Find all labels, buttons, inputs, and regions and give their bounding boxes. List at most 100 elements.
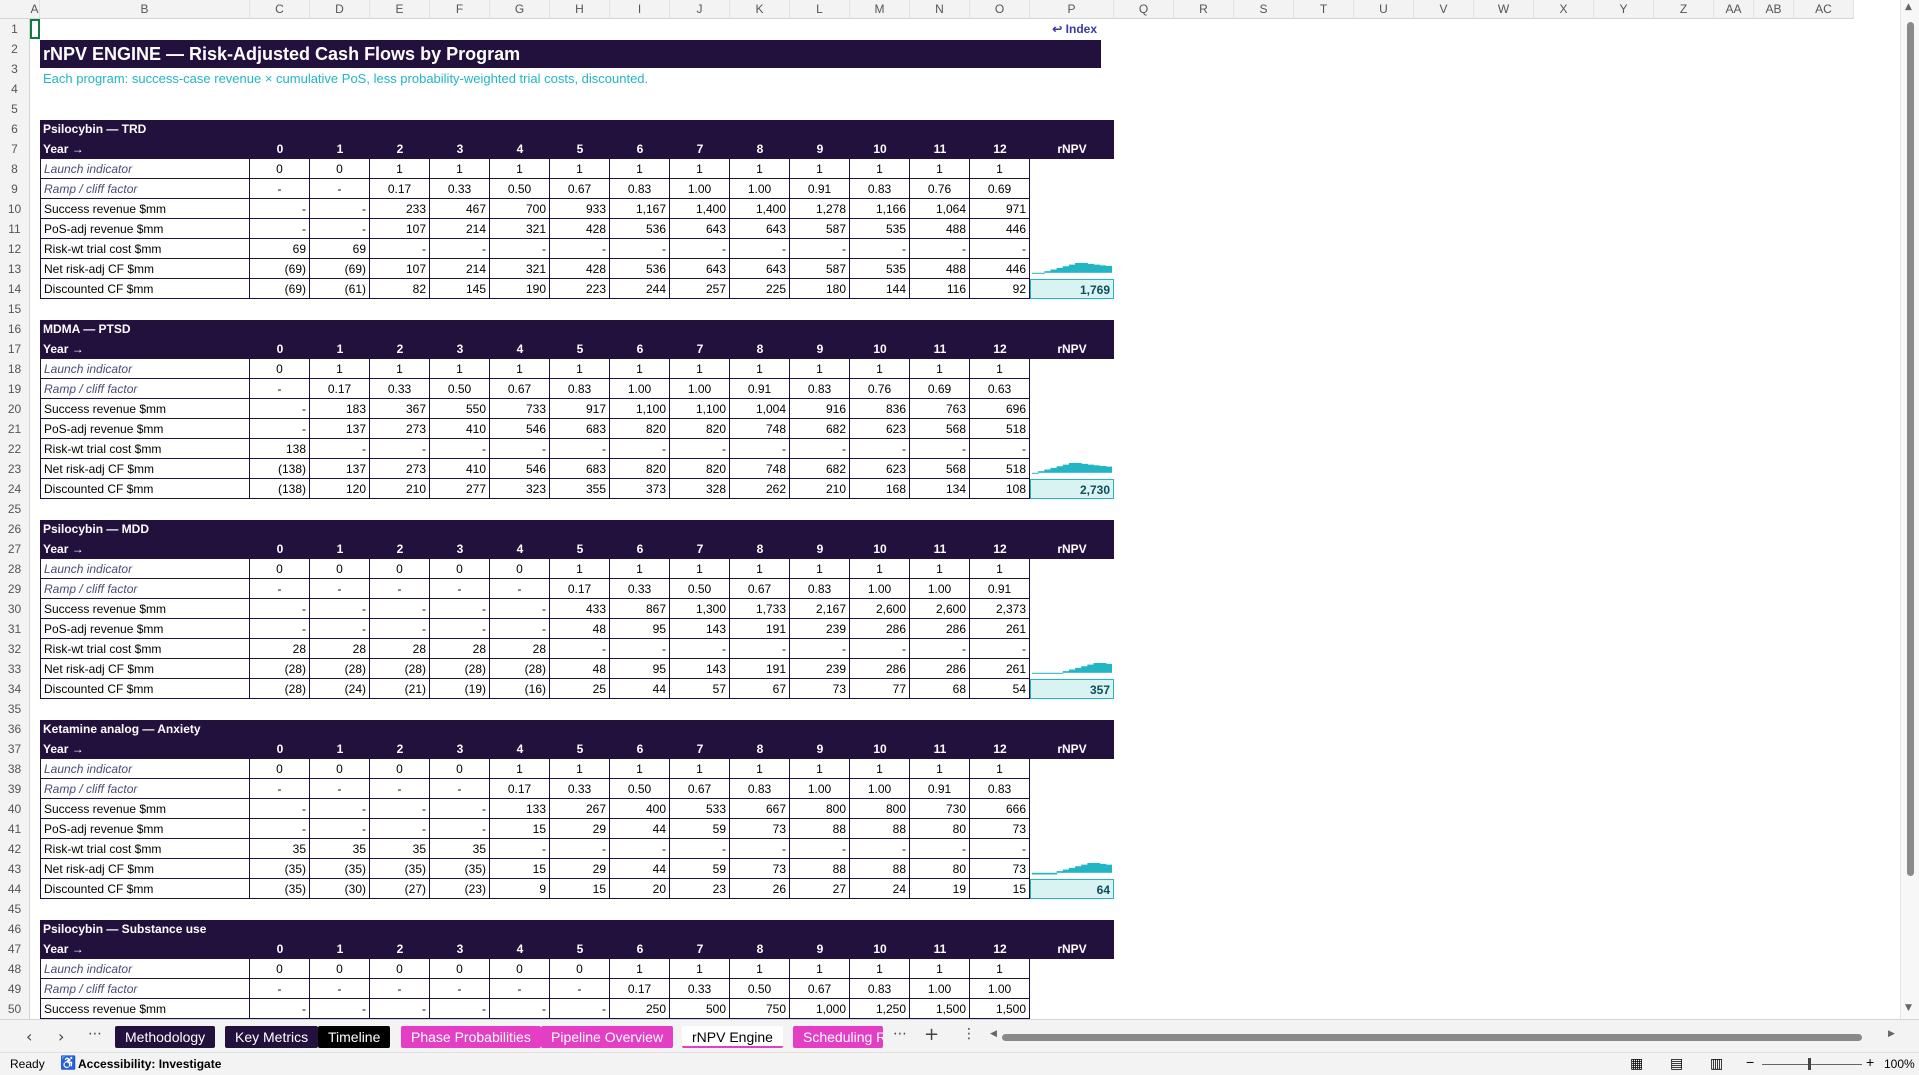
data-cell[interactable]: 0 xyxy=(370,559,430,579)
data-cell[interactable]: 210 xyxy=(370,479,430,499)
data-cell[interactable]: - xyxy=(970,639,1030,659)
data-cell[interactable]: - xyxy=(610,239,670,259)
data-cell[interactable]: (35) xyxy=(250,879,310,899)
data-cell[interactable]: 82 xyxy=(370,279,430,299)
page-layout-icon[interactable]: ▤ xyxy=(1670,1055,1683,1072)
row-header[interactable]: 21 xyxy=(0,419,30,439)
data-cell[interactable]: 623 xyxy=(850,419,910,439)
row-header[interactable]: 13 xyxy=(0,259,30,279)
data-cell[interactable]: 69 xyxy=(250,239,310,259)
row-header[interactable]: 45 xyxy=(0,899,30,919)
data-cell[interactable]: 73 xyxy=(730,859,790,879)
data-cell[interactable]: 1 xyxy=(430,159,490,179)
data-cell[interactable]: 0.33 xyxy=(370,379,430,399)
data-cell[interactable]: 190 xyxy=(490,279,550,299)
data-cell[interactable]: 518 xyxy=(970,459,1030,479)
data-cell[interactable]: 28 xyxy=(250,639,310,659)
data-cell[interactable]: 116 xyxy=(910,279,970,299)
row-label[interactable]: PoS-adj revenue $mm xyxy=(40,619,250,639)
data-cell[interactable]: 1 xyxy=(730,359,790,379)
row-label[interactable]: Net risk-adj CF $mm xyxy=(40,859,250,879)
data-cell[interactable]: 233 xyxy=(370,199,430,219)
data-cell[interactable]: 1 xyxy=(970,359,1030,379)
data-cell[interactable]: 400 xyxy=(610,799,670,819)
data-cell[interactable]: 0.17 xyxy=(310,379,370,399)
row-header[interactable]: 10 xyxy=(0,199,30,219)
data-cell[interactable]: - xyxy=(310,219,370,239)
rnpv-value[interactable]: 2,730 xyxy=(1030,479,1114,499)
sheet-tab[interactable]: Key Metrics xyxy=(225,1026,319,1048)
data-cell[interactable]: - xyxy=(370,799,430,819)
data-cell[interactable]: 0.83 xyxy=(850,179,910,199)
spreadsheet-grid[interactable]: A B C D E F G H I J K L M N O P Q R S T U V W X Y Z AA AB AC 1234567… xyxy=(0,0,1900,1019)
row-header[interactable]: 47 xyxy=(0,939,30,959)
row-label[interactable]: Success revenue $mm xyxy=(40,199,250,219)
data-cell[interactable]: 2,600 xyxy=(910,599,970,619)
data-cell[interactable]: - xyxy=(370,599,430,619)
row-label[interactable]: Discounted CF $mm xyxy=(40,879,250,899)
row-header[interactable]: 34 xyxy=(0,679,30,699)
sheet-tab[interactable]: Timeline xyxy=(318,1026,391,1048)
column-header[interactable]: AA xyxy=(1714,0,1754,19)
data-cell[interactable]: 0.50 xyxy=(670,579,730,599)
row-label[interactable]: Ramp / cliff factor xyxy=(40,979,250,999)
column-header[interactable]: AB xyxy=(1754,0,1794,19)
row-header[interactable]: 25 xyxy=(0,499,30,519)
row-label[interactable]: Success revenue $mm xyxy=(40,599,250,619)
data-cell[interactable]: 1 xyxy=(490,159,550,179)
data-cell[interactable]: 1 xyxy=(910,759,970,779)
data-cell[interactable]: - xyxy=(490,599,550,619)
data-cell[interactable]: 1 xyxy=(670,359,730,379)
data-cell[interactable]: 88 xyxy=(850,819,910,839)
data-cell[interactable]: 536 xyxy=(610,259,670,279)
sheet-tab[interactable]: Phase Probabilities xyxy=(401,1026,541,1048)
data-cell[interactable]: 1 xyxy=(730,959,790,979)
data-cell[interactable]: (61) xyxy=(310,279,370,299)
data-cell[interactable]: 137 xyxy=(310,419,370,439)
row-header[interactable]: 8 xyxy=(0,159,30,179)
data-cell[interactable]: 1 xyxy=(430,359,490,379)
scroll-up-icon[interactable]: ▲ xyxy=(1905,2,1912,12)
data-cell[interactable]: 286 xyxy=(910,619,970,639)
data-cell[interactable]: 433 xyxy=(550,599,610,619)
data-cell[interactable]: 0.83 xyxy=(610,179,670,199)
data-cell[interactable]: 0.50 xyxy=(610,779,670,799)
data-cell[interactable]: 0.33 xyxy=(610,579,670,599)
row-header[interactable]: 41 xyxy=(0,819,30,839)
data-cell[interactable]: 1 xyxy=(670,759,730,779)
data-cell[interactable]: - xyxy=(250,999,310,1019)
data-cell[interactable]: - xyxy=(490,999,550,1019)
data-cell[interactable]: 1 xyxy=(490,359,550,379)
data-cell[interactable]: 0 xyxy=(430,559,490,579)
data-cell[interactable]: 1 xyxy=(850,759,910,779)
data-cell[interactable]: 29 xyxy=(550,819,610,839)
data-cell[interactable]: - xyxy=(250,799,310,819)
data-cell[interactable]: 0.33 xyxy=(670,979,730,999)
data-cell[interactable]: 73 xyxy=(970,859,1030,879)
data-cell[interactable]: - xyxy=(490,439,550,459)
data-cell[interactable]: (28) xyxy=(490,659,550,679)
selected-cell-a1[interactable] xyxy=(30,19,40,39)
data-cell[interactable]: 210 xyxy=(790,479,850,499)
data-cell[interactable]: 1 xyxy=(550,559,610,579)
data-cell[interactable]: 321 xyxy=(490,259,550,279)
row-label[interactable]: Ramp / cliff factor xyxy=(40,779,250,799)
data-cell[interactable]: 27 xyxy=(790,879,850,899)
data-cell[interactable]: - xyxy=(370,439,430,459)
data-cell[interactable]: - xyxy=(850,639,910,659)
data-cell[interactable]: 1,167 xyxy=(610,199,670,219)
data-cell[interactable]: 73 xyxy=(970,819,1030,839)
row-header[interactable]: 16 xyxy=(0,319,30,339)
data-cell[interactable]: 446 xyxy=(970,219,1030,239)
rnpv-value[interactable]: 357 xyxy=(1030,679,1114,699)
data-cell[interactable]: 277 xyxy=(430,479,490,499)
data-cell[interactable]: 44 xyxy=(610,819,670,839)
data-cell[interactable]: 1 xyxy=(670,559,730,579)
data-cell[interactable]: 273 xyxy=(370,419,430,439)
normal-view-icon[interactable]: ▦ xyxy=(1630,1055,1643,1072)
data-cell[interactable]: - xyxy=(250,819,310,839)
row-header[interactable]: 24 xyxy=(0,479,30,499)
row-header[interactable]: 1 xyxy=(0,19,30,39)
data-cell[interactable]: 820 xyxy=(670,419,730,439)
data-cell[interactable]: 700 xyxy=(490,199,550,219)
